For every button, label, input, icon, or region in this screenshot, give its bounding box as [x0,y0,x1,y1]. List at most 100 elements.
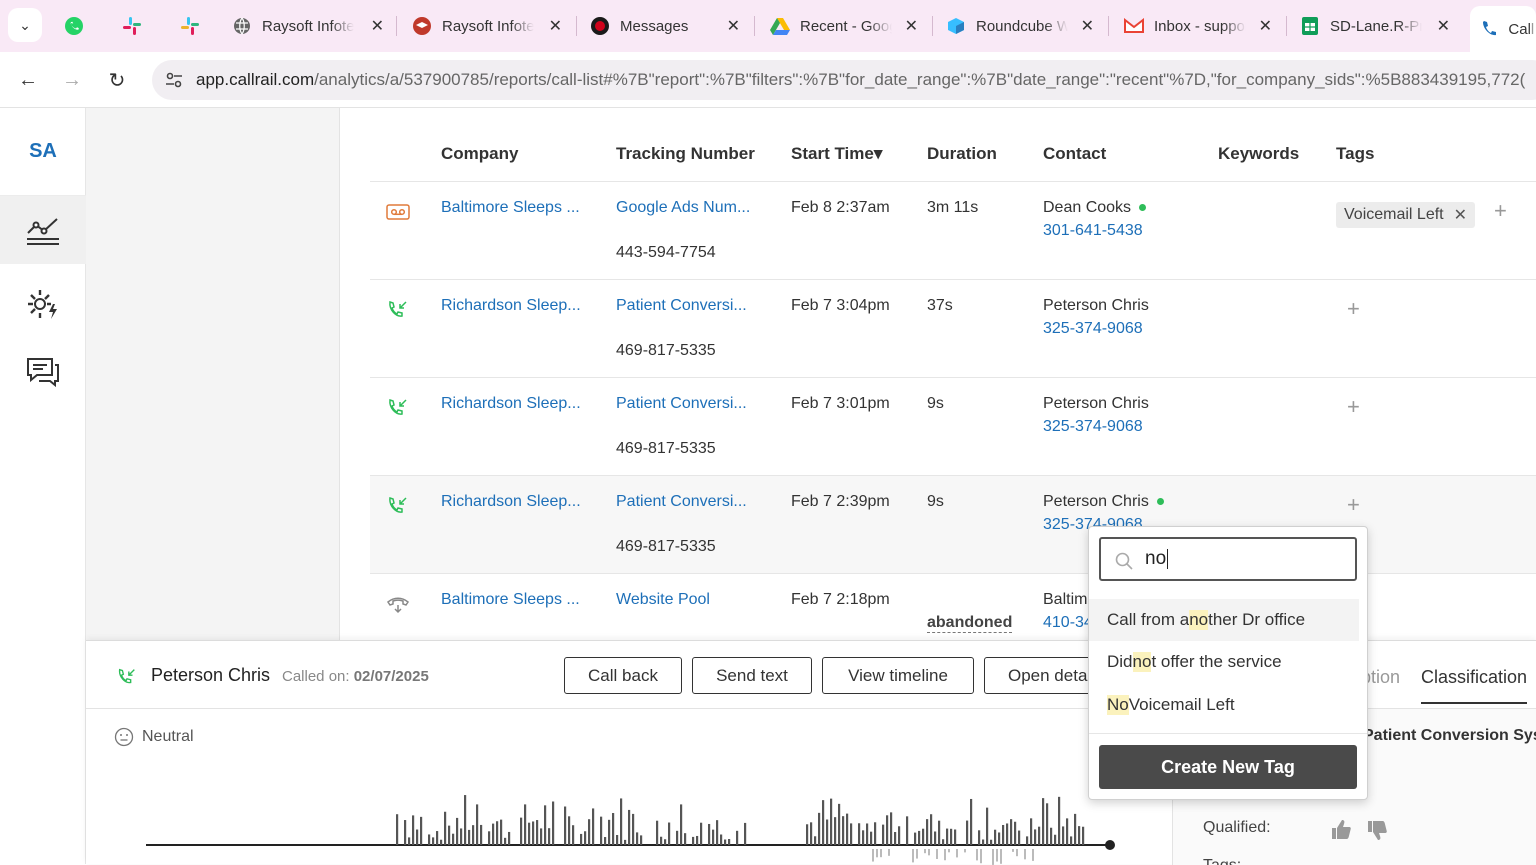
thumbs-down-icon[interactable] [1365,819,1389,843]
tab-title: Inbox - support [1154,17,1246,35]
company-link[interactable]: Baltimore Sleeps ... [441,591,580,609]
account-initials[interactable]: SA [0,108,86,196]
tab-classification[interactable]: Classification [1421,667,1528,704]
browser-toolbar: ← → ↻ app.callrail.com/analytics/a/53790… [0,52,1536,108]
tag-search-input[interactable]: no [1099,537,1357,581]
whatsapp-pinned-tab[interactable] [60,12,88,40]
tracking-source-link[interactable]: Patient Conversi... [616,395,747,413]
chat-bubbles-icon [27,358,59,388]
table-row[interactable]: Richardson Sleep... Patient Conversi... … [370,280,1536,378]
option-text: Call from a [1107,610,1190,629]
whatsapp-icon [65,17,83,35]
tab-messages[interactable]: Messages ✕ [590,8,740,44]
tracking-source-link[interactable]: Patient Conversi... [616,493,747,511]
col-keywords[interactable]: Keywords [1218,144,1299,164]
tag-option[interactable]: Did no t offer the service [1089,641,1359,683]
add-tag-button[interactable]: + [1494,198,1507,224]
tracking-source-link[interactable]: Patient Conversi... [616,297,747,315]
tab-callrail-active[interactable]: Call [1470,6,1536,52]
close-icon[interactable]: ✕ [1081,16,1094,36]
tab-google-sheets[interactable]: SD-Lane.R-Pr ✕ [1300,8,1450,44]
call-audio-waveform[interactable] [146,787,1116,865]
thumbs-up-icon[interactable] [1329,817,1353,841]
col-tags[interactable]: Tags [1336,144,1374,164]
view-timeline-button[interactable]: View timeline [822,657,974,694]
contact-phone-link[interactable]: 325-374-9068 [1043,418,1143,436]
abandoned-call-icon [387,597,409,614]
contact-name[interactable]: Peterson Chris [1043,395,1149,413]
contact-phone-link[interactable]: 410-34 [1043,614,1093,632]
close-icon[interactable]: ✕ [549,16,562,36]
contact-name[interactable]: Baltim [1043,591,1087,609]
close-icon[interactable]: ✕ [905,16,918,36]
slack-pinned-tab-1[interactable] [118,12,146,40]
duration: 3m 11s [927,199,979,216]
globe-icon [232,16,252,36]
add-tag-button[interactable]: + [1347,394,1360,420]
duration: 9s [927,395,944,412]
tab-raysoft-1[interactable]: Raysoft Infotech ✕ [232,8,384,44]
start-time: Feb 7 3:04pm [791,297,890,314]
slack-icon [181,17,199,35]
company-link[interactable]: Richardson Sleep... [441,297,581,315]
col-start-time[interactable]: Start Time▾ [791,144,882,164]
nav-settings[interactable] [0,270,86,338]
nav-analytics[interactable] [0,196,86,264]
called-on-label: Called on: [282,668,350,685]
table-row[interactable]: Richardson Sleep... Patient Conversi... … [370,378,1536,476]
table-row[interactable]: Baltimore Sleeps ... Google Ads Num... 4… [370,182,1536,280]
send-text-button[interactable]: Send text [692,657,812,694]
contact-phone-link[interactable]: 325-374-9068 [1043,320,1143,338]
nav-messages[interactable] [0,338,86,406]
gmail-icon [1124,16,1144,36]
tab-search-button[interactable]: ⌄ [8,8,42,42]
close-icon[interactable]: ✕ [1259,16,1272,36]
browser-tab-strip: ⌄ Raysoft Infotech ✕ Raysoft Infotech ✕ … [0,0,1536,52]
close-icon[interactable]: ✕ [1437,16,1450,36]
url-host: app.callrail.com [196,70,315,89]
col-tracking-number[interactable]: Tracking Number [616,144,755,164]
tab-gmail-inbox[interactable]: Inbox - support ✕ [1124,8,1272,44]
slack-pinned-tab-2[interactable] [176,12,204,40]
inbound-call-icon [389,300,407,317]
tab-title: Call [1508,20,1535,38]
contact-name[interactable]: Dean Cooks [1043,199,1131,216]
call-back-button[interactable]: Call back [564,657,682,694]
add-tag-button[interactable]: + [1347,492,1360,518]
company-link[interactable]: Richardson Sleep... [441,395,581,413]
address-bar[interactable]: app.callrail.com/analytics/a/537900785/r… [152,60,1536,100]
forward-button[interactable]: → [56,64,88,96]
voicemail-icon [386,204,410,220]
tracking-source-link[interactable]: Google Ads Num... [616,199,750,217]
tracking-source-link[interactable]: Website Pool [616,591,710,609]
tracking-number: 469-817-5335 [616,342,716,359]
arrow-right-icon: → [62,68,82,91]
called-on: Called on: 02/07/2025 [282,668,429,685]
tab-title: Roundcube Webmail [976,17,1068,35]
tab-google-drive[interactable]: Recent - Google Drive ✕ [770,8,918,44]
col-duration[interactable]: Duration [927,144,997,164]
sentiment-label: Neutral [142,728,194,745]
close-icon[interactable]: ✕ [727,16,740,36]
tab-roundcube[interactable]: Roundcube Webmail ✕ [946,8,1094,44]
tab-title: Raysoft Infotech [442,17,534,35]
back-button[interactable]: ← [12,64,44,96]
col-contact[interactable]: Contact [1043,144,1106,164]
company-link[interactable]: Richardson Sleep... [441,493,581,511]
contact-name[interactable]: Peterson Chris [1043,493,1149,510]
reload-icon: ↻ [108,69,126,92]
create-new-tag-button[interactable]: Create New Tag [1099,745,1357,789]
app-left-nav: SA [0,108,86,864]
tab-raysoft-2[interactable]: Raysoft Infotech ✕ [412,8,562,44]
duration: 37s [927,297,953,314]
remove-tag-icon[interactable]: ✕ [1454,205,1467,225]
reload-button[interactable]: ↻ [101,64,133,96]
contact-name[interactable]: Peterson Chris [1043,297,1149,315]
col-company[interactable]: Company [441,144,518,164]
tag-option[interactable]: Call from a no ther Dr office [1089,599,1359,641]
company-link[interactable]: Baltimore Sleeps ... [441,199,580,217]
tag-option[interactable]: No Voicemail Left [1089,684,1359,726]
close-icon[interactable]: ✕ [371,16,384,36]
add-tag-button[interactable]: + [1347,296,1360,322]
contact-phone-link[interactable]: 301-641-5438 [1043,222,1143,240]
